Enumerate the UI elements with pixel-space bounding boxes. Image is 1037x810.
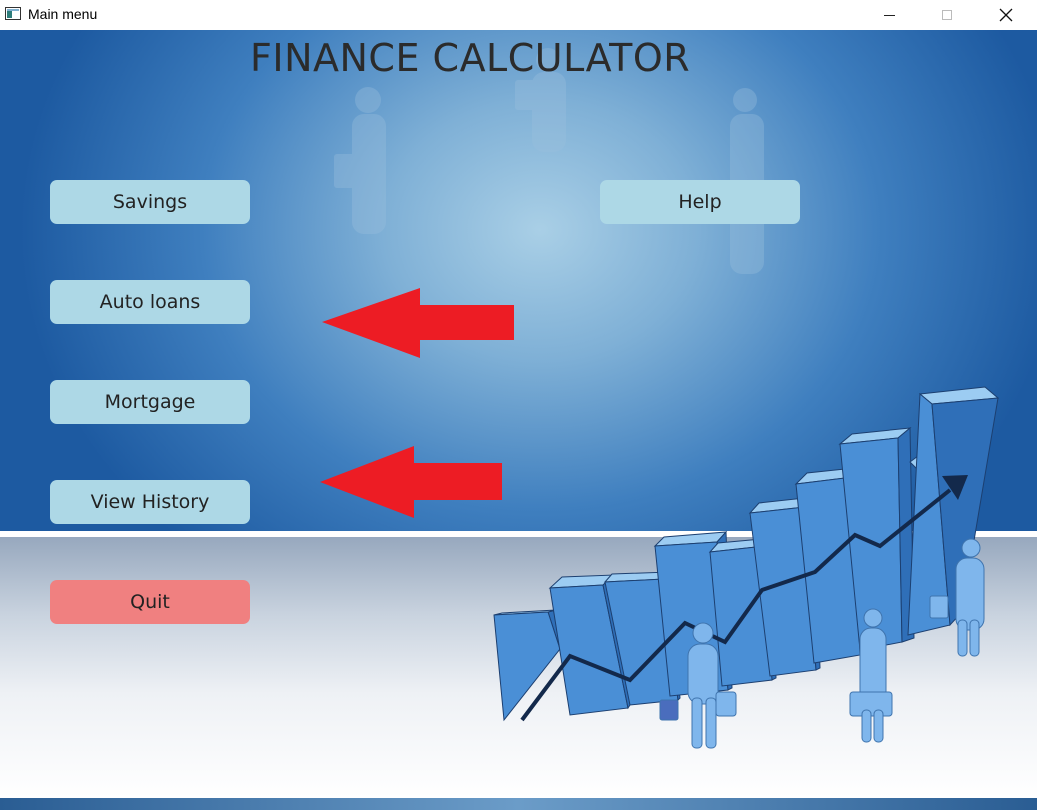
growth-bar-chart-illustration xyxy=(493,386,1000,749)
app-title: FINANCE CALCULATOR xyxy=(250,36,691,80)
window-title: Main menu xyxy=(28,6,98,22)
background-footer-strip xyxy=(0,798,1037,810)
minimize-button[interactable] xyxy=(866,0,912,30)
savings-button[interactable]: Savings xyxy=(50,180,250,224)
left-arrow-icon xyxy=(322,288,514,358)
mortgage-button[interactable]: Mortgage xyxy=(50,380,250,424)
app-window-icon xyxy=(5,7,21,20)
view-history-button[interactable]: View History xyxy=(50,480,250,524)
quit-button[interactable]: Quit xyxy=(50,580,250,624)
minimize-icon xyxy=(883,14,895,16)
help-button[interactable]: Help xyxy=(600,180,800,224)
auto-loans-button[interactable]: Auto loans xyxy=(50,280,250,324)
maximize-button[interactable] xyxy=(924,0,970,30)
main-menu-window: FINANCE CALCULATOR Savings Auto loans Mo… xyxy=(0,30,1037,810)
title-bar: Main menu xyxy=(0,0,1037,30)
maximize-icon xyxy=(942,10,952,20)
left-arrow-icon xyxy=(320,446,502,518)
close-icon xyxy=(999,8,1013,22)
close-button[interactable] xyxy=(983,0,1029,30)
